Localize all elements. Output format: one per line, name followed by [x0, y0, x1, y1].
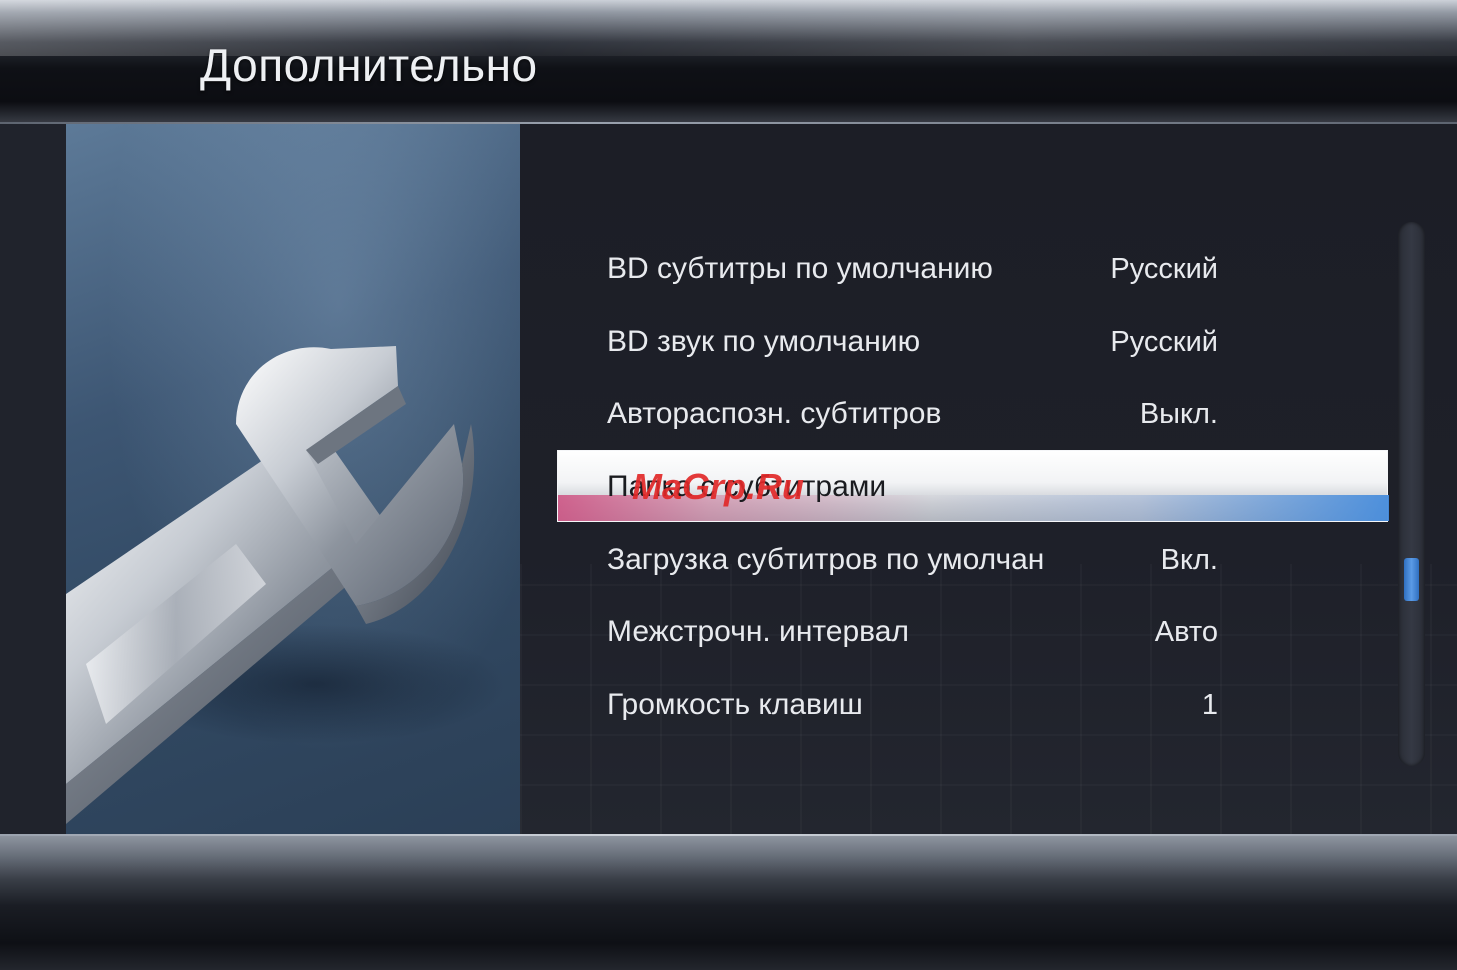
menu-item-label: Загрузка субтитров по умолчан: [607, 543, 1045, 576]
menu-item-line-spacing[interactable]: Межстрочн. интервал Авто: [558, 596, 1389, 668]
menu-item-label: Громкость клавиш: [607, 688, 863, 721]
wrench-icon: [66, 346, 506, 824]
footer-band: [0, 836, 1457, 970]
menu-item-value: Авто: [1154, 616, 1218, 648]
menu-item-label: Автораспозн. субтитров: [607, 397, 942, 430]
menu-item-bd-subtitles[interactable]: BD субтитры по умолчанию Русский: [558, 233, 1389, 305]
menu-item-label: BD субтитры по умолчанию: [607, 252, 993, 285]
menu-item-default-subtitle-load[interactable]: Загрузка субтитров по умолчан Вкл.: [558, 524, 1389, 596]
menu-item-auto-subtitles[interactable]: Автораспозн. субтитров Выкл.: [558, 378, 1389, 450]
menu-item-label: Межстрочн. интервал: [607, 615, 909, 648]
menu-item-value: Вкл.: [1160, 544, 1218, 576]
scrollbar-track[interactable]: [1398, 222, 1425, 766]
page-title: Дополнительно: [200, 39, 538, 91]
scrollbar-thumb[interactable]: [1404, 558, 1419, 601]
illustration-panel: [66, 124, 520, 836]
menu-item-bd-audio[interactable]: BD звук по умолчанию Русский: [558, 306, 1389, 378]
menu-item-value: 1: [1201, 689, 1218, 721]
menu-item-key-volume[interactable]: Громкость клавиш 1: [558, 669, 1389, 741]
settings-screen: Дополнительно BD субтитры по умолчанию Р…: [0, 0, 1457, 970]
menu-item-label: BD звук по умолчанию: [607, 325, 921, 358]
menu-item-value: Выкл.: [1139, 398, 1218, 430]
menu-item-value: Русский: [1110, 326, 1218, 358]
left-edge-strip: [0, 124, 66, 836]
watermark: MaGrp.Ru: [632, 466, 805, 507]
menu-item-value: Русский: [1110, 253, 1218, 285]
